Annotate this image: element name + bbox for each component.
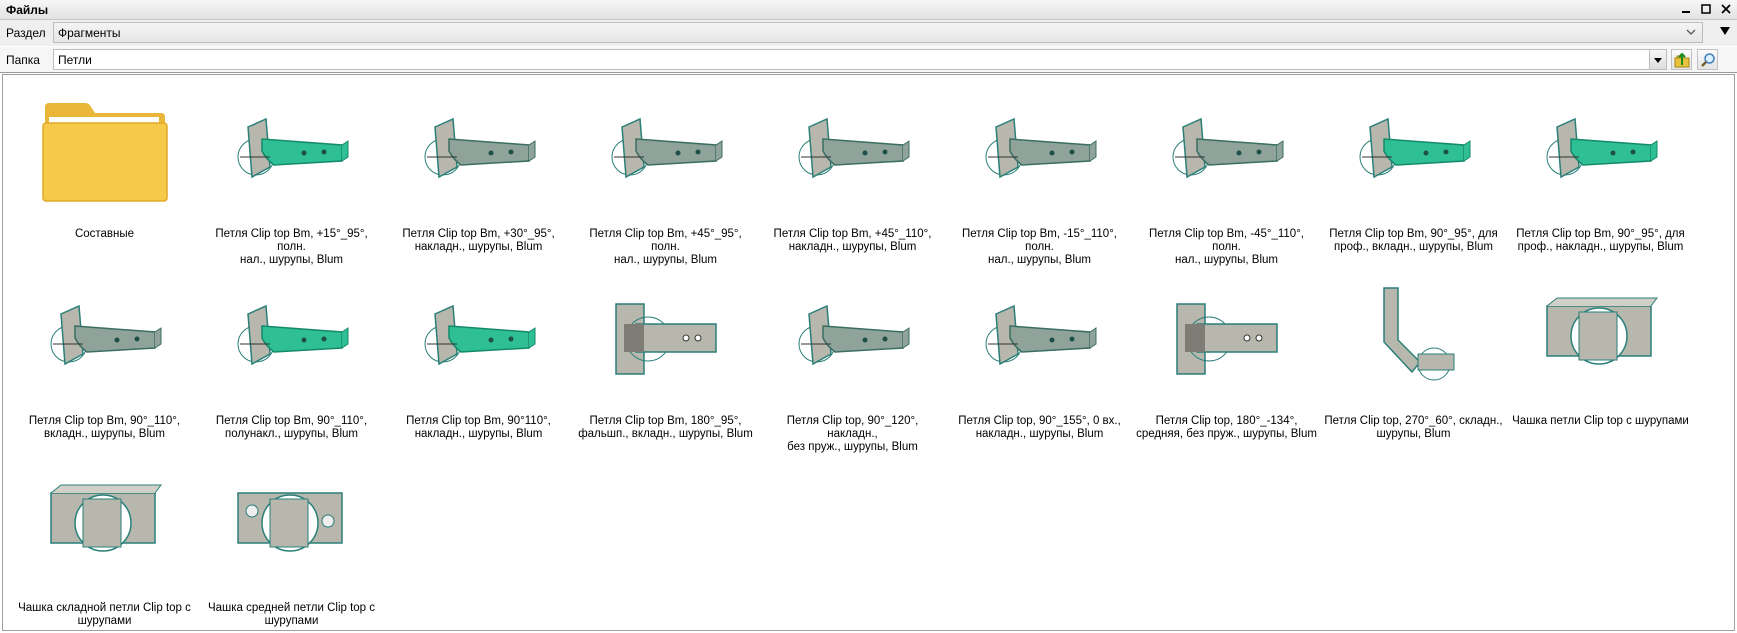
hinge-icon	[1160, 85, 1293, 218]
hinge-icon	[1534, 85, 1667, 218]
file-item[interactable]: Петля Clip top Вm, 90°_110°, вкладн., шу…	[11, 272, 198, 459]
item-label: Петля Clip top Вm, 180°_95°, фальшп., вк…	[578, 415, 753, 440]
item-label: Чашка петли Clip top с шурупами	[1512, 415, 1689, 427]
hinge-cup-icon	[225, 459, 358, 592]
file-item[interactable]: Петля Clip top Вm, +45°_95°, полн. нал.,…	[572, 85, 759, 272]
item-label: Петля Clip top Вm, -45°_110°, полн. нал.…	[1149, 228, 1304, 266]
hinge-icon	[786, 272, 919, 405]
item-label: Петля Clip top Вm, 90°110°, накладн., шу…	[406, 415, 551, 440]
dropdown-arrow-icon[interactable]	[1649, 50, 1666, 69]
file-item[interactable]: Петля Clip top Вm, 90°110°, накладн., шу…	[385, 272, 572, 459]
hinge-cup-icon	[1534, 272, 1667, 405]
minimize-icon[interactable]	[1679, 1, 1693, 17]
section-label: Раздел	[6, 26, 46, 40]
folder-icon	[38, 85, 171, 218]
maximize-icon[interactable]	[1699, 1, 1713, 17]
folder-up-button[interactable]	[1671, 49, 1692, 70]
item-label: Петля Clip top, 180°_-134°, средняя, без…	[1136, 415, 1317, 440]
item-label: Петля Clip top Вm, 90°_110°, вкладн., шу…	[28, 415, 181, 440]
close-icon[interactable]	[1719, 1, 1733, 17]
filter-arrow-icon[interactable]	[1719, 25, 1731, 37]
item-label: Петля Clip top, 90°_155°, 0 вх., накладн…	[958, 415, 1121, 440]
item-label: Петля Clip top Вm, +15°_95°, полн. нал.,…	[215, 228, 368, 266]
folder-value: Петли	[58, 53, 92, 67]
item-label: Петля Clip top Вm, +30°_95°, накладн., ш…	[402, 228, 555, 253]
section-row: Раздел Фрагменты	[0, 20, 1737, 46]
file-grid: Составные Петля Clip top Вm, +15°_95°, по…	[11, 85, 1694, 630]
title-bar: Файлы	[0, 0, 1737, 20]
window-title: Файлы	[6, 3, 49, 17]
hinge-icon	[599, 85, 732, 218]
hinge-icon	[412, 272, 545, 405]
hinge-icon	[786, 85, 919, 218]
file-item[interactable]: Петля Clip top, 90°_120°, накладн., без …	[759, 272, 946, 459]
item-label: Петля Clip top Вm, +45°_95°, полн. нал.,…	[589, 228, 742, 266]
folder-item[interactable]: Составные	[11, 85, 198, 272]
hinge-icon	[225, 272, 358, 405]
chevron-down-icon	[1686, 29, 1696, 35]
file-item[interactable]: Петля Clip top Вm, 90°_95°, для проф., н…	[1507, 85, 1694, 272]
hinge-icon	[412, 85, 545, 218]
file-item[interactable]: Чашка петли Clip top с шурупами	[1507, 272, 1694, 459]
file-item[interactable]: Петля Clip top Вm, 90°_95°, для проф., в…	[1320, 85, 1507, 272]
item-label: Чашка средней петли Clip top с шурупами	[207, 602, 376, 627]
search-button[interactable]	[1697, 49, 1718, 70]
file-item[interactable]: Петля Clip top Вm, -45°_110°, полн. нал.…	[1133, 85, 1320, 272]
file-item[interactable]: Петля Clip top Вm, 90°_110°, полунакл., …	[198, 272, 385, 459]
hinge-icon	[1347, 85, 1480, 218]
item-label: Составные	[74, 228, 135, 240]
file-item[interactable]: Петля Clip top Вm, +45°_110°, накладн., …	[759, 85, 946, 272]
hinge-icon	[38, 272, 171, 405]
hinge-icon	[1160, 272, 1293, 405]
file-item[interactable]: Петля Clip top Вm, 180°_95°, фальшп., вк…	[572, 272, 759, 459]
file-item[interactable]: Чашка средней петли Clip top с шурупами	[198, 459, 385, 630]
item-label: Чашка складной петли Clip top с шурупами	[18, 602, 191, 627]
folder-row: Папка Петли	[0, 47, 1737, 73]
item-label: Петля Clip top Вm, +45°_110°, накладн., …	[773, 228, 932, 253]
hinge-icon	[973, 272, 1106, 405]
item-label: Петля Clip top Вm, 90°_95°, для проф., н…	[1516, 228, 1685, 253]
item-label: Петля Clip top Вm, 90°_110°, полунакл., …	[215, 415, 368, 440]
item-label: Петля Clip top Вm, -15°_110°, полн. нал.…	[962, 228, 1117, 266]
file-item[interactable]: Чашка складной петли Clip top с шурупами	[11, 459, 198, 630]
hinge-icon	[225, 85, 358, 218]
hinge-cup-icon	[38, 459, 171, 592]
item-label: Петля Clip top Вm, 90°_95°, для проф., в…	[1329, 228, 1498, 253]
file-browser-area[interactable]: Составные Петля Clip top Вm, +15°_95°, по…	[2, 74, 1735, 631]
section-select[interactable]: Фрагменты	[53, 22, 1703, 43]
file-item[interactable]: Петля Clip top Вm, -15°_110°, полн. нал.…	[946, 85, 1133, 272]
file-item[interactable]: Петля Clip top Вm, +15°_95°, полн. нал.,…	[198, 85, 385, 272]
hinge-icon	[1347, 272, 1480, 405]
search-icon	[1700, 52, 1715, 67]
section-value: Фрагменты	[58, 26, 121, 40]
folder-select[interactable]: Петли	[53, 49, 1667, 70]
hinge-icon	[599, 272, 732, 405]
folder-label: Папка	[6, 53, 40, 67]
hinge-icon	[973, 85, 1106, 218]
file-item[interactable]: Петля Clip top, 180°_-134°, средняя, без…	[1133, 272, 1320, 459]
file-item[interactable]: Петля Clip top, 90°_155°, 0 вх., накладн…	[946, 272, 1133, 459]
file-item[interactable]: Петля Clip top Вm, +30°_95°, накладн., ш…	[385, 85, 572, 272]
folder-up-icon	[1674, 52, 1689, 67]
file-item[interactable]: Петля Clip top, 270°_60°, складн., шуруп…	[1320, 272, 1507, 459]
item-label: Петля Clip top, 270°_60°, складн., шуруп…	[1324, 415, 1503, 440]
item-label: Петля Clip top, 90°_120°, накладн., без …	[786, 415, 919, 453]
